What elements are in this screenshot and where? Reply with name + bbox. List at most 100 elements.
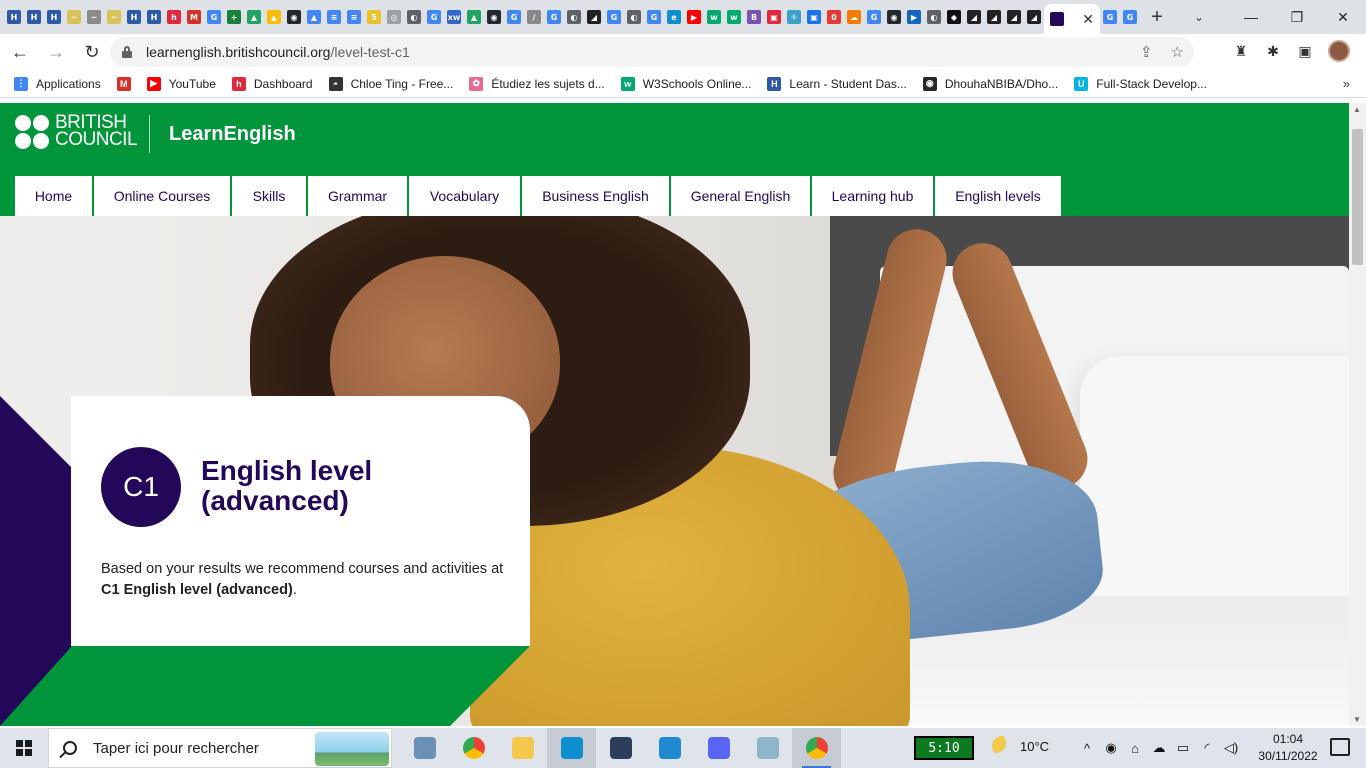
browser-tab[interactable]: G xyxy=(544,0,564,34)
scroll-down-icon[interactable]: ▼ xyxy=(1353,715,1361,724)
browser-tab[interactable]: ◢ xyxy=(584,0,604,34)
browser-tab[interactable]: ◉ xyxy=(284,0,304,34)
active-browser-tab[interactable]: ✕ xyxy=(1044,4,1100,34)
nav-item-grammar[interactable]: Grammar xyxy=(308,176,407,216)
scrollbar-thumb[interactable] xyxy=(1352,129,1363,265)
bookmark-item[interactable]: w W3Schools Online... xyxy=(620,76,751,91)
notifications-icon[interactable] xyxy=(1330,738,1350,756)
new-tab-button[interactable]: + xyxy=(1140,0,1174,34)
close-window-button[interactable]: ✕ xyxy=(1320,0,1366,34)
browser-tab[interactable]: + xyxy=(224,0,244,34)
browser-tab[interactable]: ≡ xyxy=(344,0,364,34)
browser-tab[interactable]: ◎ xyxy=(384,0,404,34)
weather-widget[interactable]: 10°C xyxy=(992,736,1049,756)
browser-tab[interactable]: ▲ xyxy=(244,0,264,34)
address-bar[interactable]: learnenglish.britishcouncil.org/level-te… xyxy=(110,37,1194,67)
url-text[interactable]: learnenglish.britishcouncil.org/level-te… xyxy=(146,44,410,60)
battery-timer-widget[interactable]: 5:10 xyxy=(914,736,974,760)
nav-item-skills[interactable]: Skills xyxy=(232,176,306,216)
notes-app[interactable] xyxy=(743,728,792,768)
browser-tab[interactable]: ◐ xyxy=(404,0,424,34)
browser-tab[interactable]: G xyxy=(504,0,524,34)
nav-item-home[interactable]: Home xyxy=(15,176,92,216)
browser-tab[interactable]: H xyxy=(44,0,64,34)
browser-tab[interactable]: ▣ xyxy=(804,0,824,34)
browser-tab[interactable]: h xyxy=(164,0,184,34)
wifi-icon[interactable]: ◜ xyxy=(1198,740,1216,756)
browser-tab[interactable]: ▲ xyxy=(304,0,324,34)
nav-item-english-levels[interactable]: English levels xyxy=(935,176,1061,216)
folder-app[interactable] xyxy=(498,728,547,768)
bookmark-item[interactable]: H Learn - Student Das... xyxy=(767,76,907,91)
british-council-logo[interactable]: BRITISH COUNCIL xyxy=(15,113,138,149)
browser-tab[interactable]: B xyxy=(744,0,764,34)
browser-tab[interactable]: G xyxy=(1120,0,1140,34)
bookmark-item[interactable]: ◉ DhouhaNBIBA/Dho... xyxy=(922,76,1058,91)
battery-icon[interactable]: ▭ xyxy=(1174,740,1192,756)
tab-close-icon[interactable]: ✕ xyxy=(1082,11,1094,28)
browser-tab[interactable]: H xyxy=(24,0,44,34)
show-hidden-icons-button[interactable]: ^ xyxy=(1078,741,1096,756)
chrome-app[interactable] xyxy=(792,728,841,768)
bookmark-item[interactable]: ▶ YouTube xyxy=(146,76,216,91)
bookmark-star-icon[interactable]: ☆ xyxy=(1171,43,1184,61)
browser-tab[interactable]: G xyxy=(864,0,884,34)
extension-icon[interactable]: ♜ xyxy=(1232,42,1250,60)
bookmark-item[interactable]: ✿ Étudiez les sujets d... xyxy=(469,76,605,91)
profile-avatar[interactable] xyxy=(1328,40,1350,62)
nav-item-learning-hub[interactable]: Learning hub xyxy=(812,176,933,216)
bookmark-item[interactable]: ⋮ Applications xyxy=(14,76,101,91)
browser-tab[interactable]: ◉ xyxy=(884,0,904,34)
volume-icon[interactable]: ◁) xyxy=(1222,740,1240,756)
onedrive-cloud-icon[interactable]: ☁ xyxy=(1150,740,1168,756)
usb-tray-icon[interactable]: ⌂ xyxy=(1126,741,1144,756)
browser-tab[interactable]: ▶ xyxy=(684,0,704,34)
nav-item-business-english[interactable]: Business English xyxy=(522,176,669,216)
tab-search-button[interactable]: ⌄ xyxy=(1182,0,1216,34)
file-explorer-app[interactable] xyxy=(400,728,449,768)
forward-button[interactable]: → xyxy=(40,36,72,68)
browser-tab[interactable]: e xyxy=(664,0,684,34)
edge-app[interactable] xyxy=(547,728,596,768)
bookmark-item[interactable]: U Full-Stack Develop... xyxy=(1074,76,1207,91)
side-panel-icon[interactable]: ▣ xyxy=(1296,42,1314,60)
browser-tab[interactable]: ◢ xyxy=(1024,0,1044,34)
browser-tab[interactable]: ◉ xyxy=(484,0,504,34)
share-icon[interactable]: ⇪ xyxy=(1140,43,1153,61)
bookmarks-overflow-button[interactable]: » xyxy=(1343,76,1350,91)
browser-tab[interactable]: ▲ xyxy=(264,0,284,34)
browser-tab[interactable]: G xyxy=(644,0,664,34)
browser-tab[interactable]: G xyxy=(604,0,624,34)
browser-tab[interactable]: H xyxy=(124,0,144,34)
learnenglish-title[interactable]: LearnEnglish xyxy=(169,123,296,146)
browser-tab[interactable]: ◐ xyxy=(564,0,584,34)
search-highlight-image[interactable] xyxy=(315,732,389,766)
nav-item-online-courses[interactable]: Online Courses xyxy=(94,176,230,216)
vscode-app[interactable] xyxy=(645,728,694,768)
bookmark-item[interactable]: M xyxy=(116,76,131,91)
browser-tab[interactable]: H xyxy=(144,0,164,34)
browser-tab[interactable]: ≡ xyxy=(324,0,344,34)
browser-tab[interactable]: ◢ xyxy=(1004,0,1024,34)
reload-button[interactable]: ↻ xyxy=(76,36,108,68)
scroll-up-icon[interactable]: ▲ xyxy=(1353,105,1361,114)
browser-tab[interactable]: ◢ xyxy=(984,0,1004,34)
browser-tab[interactable]: M xyxy=(184,0,204,34)
lock-icon[interactable] xyxy=(122,46,132,58)
browser-tab[interactable]: 0 xyxy=(824,0,844,34)
browser-tab[interactable]: ~ xyxy=(64,0,84,34)
browser-tab[interactable]: ◢ xyxy=(964,0,984,34)
browser-tab[interactable]: ◆ xyxy=(944,0,964,34)
browser-tab[interactable]: ◐ xyxy=(624,0,644,34)
bookmark-item[interactable]: h Dashboard xyxy=(231,76,313,91)
puzzle-icon[interactable]: ✱ xyxy=(1264,42,1282,60)
nav-item-general-english[interactable]: General English xyxy=(671,176,810,216)
browser-tab[interactable]: w xyxy=(704,0,724,34)
browser-tab[interactable]: ◐ xyxy=(924,0,944,34)
taskbar-search-box[interactable]: Taper ici pour rechercher xyxy=(48,728,392,768)
back-button[interactable]: ← xyxy=(4,36,36,68)
nav-item-vocabulary[interactable]: Vocabulary xyxy=(409,176,520,216)
browser-tab[interactable]: G xyxy=(204,0,224,34)
browser-tab[interactable]: 5 xyxy=(364,0,384,34)
browser-tab[interactable]: G xyxy=(1100,0,1120,34)
